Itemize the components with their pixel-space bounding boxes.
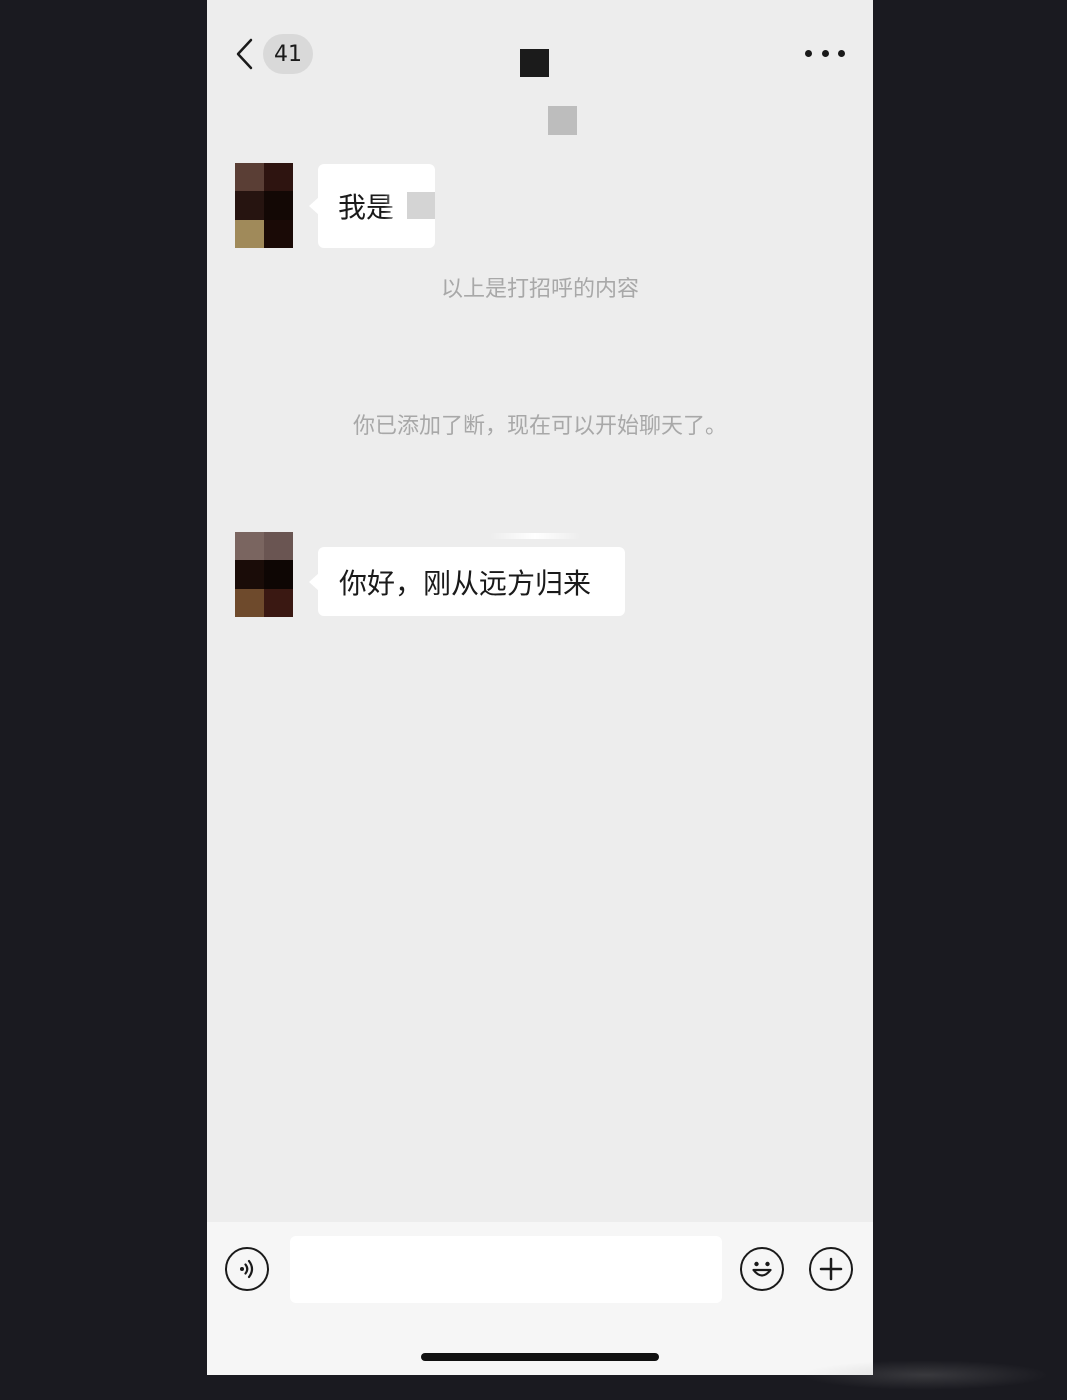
mosaic-redaction [407, 192, 435, 219]
unread-count-badge: 41 [263, 34, 313, 74]
chevron-left-icon [233, 34, 257, 74]
chat-title-redacted [520, 49, 549, 77]
emoji-icon[interactable] [740, 1247, 784, 1291]
avatar-pixel [264, 532, 293, 561]
avatar-pixel [235, 588, 264, 617]
redaction-smear [490, 533, 580, 539]
message-bubble[interactable]: 我是 [309, 164, 435, 248]
plus-icon[interactable] [809, 1247, 853, 1291]
avatar-pixel [264, 588, 293, 617]
voice-icon[interactable] [225, 1247, 269, 1291]
chat-screen: 41 我是 以上是打招呼的内容 你已添加了断，现在可以开始聊天了。 你好，刚从远… [207, 0, 873, 1375]
more-horizontal-icon-dot [821, 49, 829, 57]
more-horizontal-icon-dot [838, 49, 845, 57]
message-text: 你好，刚从远方归来 [339, 566, 592, 600]
text-redaction-fade [384, 191, 403, 221]
back-button[interactable]: 41 [233, 34, 313, 74]
avatar-pixel [235, 219, 264, 248]
contact-avatar[interactable] [235, 163, 293, 248]
greeting-system-note: 以上是打招呼的内容 [440, 277, 639, 302]
more-options-button[interactable] [805, 42, 845, 64]
avatar-pixel [235, 163, 264, 192]
message-input[interactable] [290, 1236, 722, 1303]
avatar-pixel [235, 560, 264, 589]
avatar-pixel [264, 191, 293, 220]
avatar-pixel [264, 163, 293, 192]
avatar-pixel [264, 219, 293, 248]
avatar-pixel [264, 560, 293, 589]
contact-avatar[interactable] [235, 532, 293, 617]
message-bubble[interactable]: 你好，刚从远方归来 [309, 547, 625, 616]
watermark-smudge [800, 1360, 1050, 1390]
friend-added-system-note: 你已添加了断，现在可以开始聊天了。 [352, 414, 727, 439]
avatar-pixel [235, 532, 264, 561]
home-indicator[interactable] [421, 1353, 659, 1361]
chat-input-bar [207, 1222, 873, 1375]
avatar-pixel [235, 191, 264, 220]
chat-subtitle-redacted [548, 106, 577, 135]
more-horizontal-icon-dot [805, 49, 812, 57]
